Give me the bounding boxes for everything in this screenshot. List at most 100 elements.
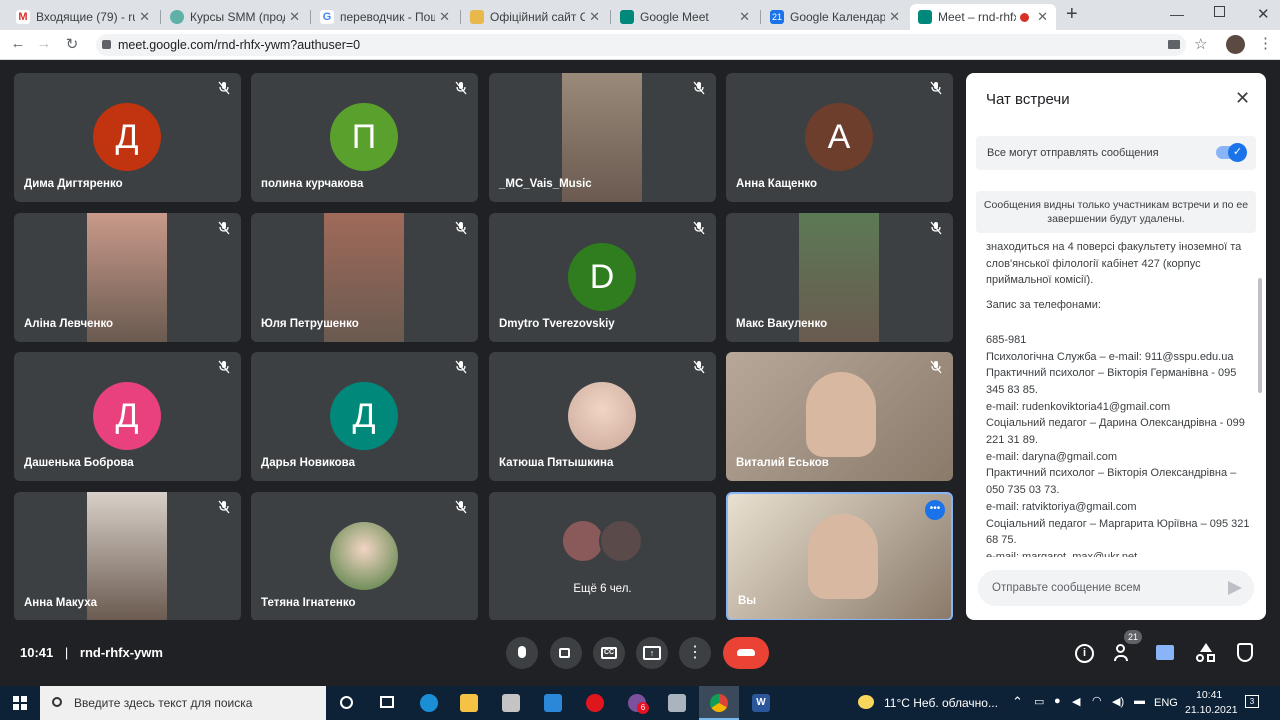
people-button[interactable]: 21 bbox=[1114, 630, 1142, 662]
participant-tile[interactable]: Аліна Левченко bbox=[14, 213, 241, 342]
participant-tile[interactable]: Д Дима Дигтяренко bbox=[14, 73, 241, 202]
participant-name: Анна Макуха bbox=[24, 597, 97, 609]
tray-expand-icon[interactable]: ⌃ bbox=[1012, 694, 1023, 710]
volume-icon[interactable]: ◀) bbox=[1112, 695, 1124, 708]
weather-text[interactable]: 11°C Неб. облачно... bbox=[884, 696, 998, 710]
participant-tile[interactable]: Макс Вакуленко bbox=[726, 213, 953, 342]
clock-date[interactable]: 21.10.2021 bbox=[1185, 704, 1238, 716]
participant-tile[interactable]: _MC_Vais_Music bbox=[489, 73, 716, 202]
more-options-button[interactable]: ⋮ bbox=[679, 637, 711, 669]
participant-tile[interactable]: Ещё 6 чел. bbox=[489, 492, 716, 621]
chat-scrollbar[interactable] bbox=[1258, 278, 1262, 393]
camera-button[interactable] bbox=[550, 637, 582, 669]
clock-time[interactable]: 10:41 bbox=[1196, 689, 1222, 701]
chat-message-input[interactable]: Отправьте сообщение всем bbox=[978, 570, 1254, 606]
mic-off-icon bbox=[217, 500, 231, 514]
mic-off-icon bbox=[692, 360, 706, 374]
microphone-button[interactable] bbox=[506, 637, 538, 669]
url-field[interactable]: meet.google.com/rnd-rhfx-ywm?authuser=0 bbox=[96, 34, 1186, 56]
windows-start-button[interactable] bbox=[13, 696, 27, 710]
participant-tile[interactable]: Катюша Пятышкина bbox=[489, 352, 716, 481]
minimize-button[interactable]: — bbox=[1170, 6, 1184, 22]
chat-button[interactable] bbox=[1156, 645, 1174, 660]
search-placeholder: Введите здесь текст для поиска bbox=[74, 696, 253, 710]
close-icon[interactable]: ✕ bbox=[139, 9, 150, 25]
tab-google-calendar[interactable]: 21 Google Календарь - ✕ bbox=[762, 4, 908, 30]
meeting-code: rnd-rhfx-ywm bbox=[79, 645, 163, 660]
participant-tile[interactable]: D Dmytro Tverezovskiy bbox=[489, 213, 716, 342]
close-chat-button[interactable]: ✕ bbox=[1235, 88, 1250, 109]
mail-icon[interactable] bbox=[544, 694, 562, 712]
wifi-icon[interactable]: ◠ bbox=[1092, 694, 1102, 707]
tab-official-site[interactable]: Офіційний сайт Сум ✕ bbox=[462, 4, 608, 30]
participant-tile[interactable]: Тетяна Ігнатенко bbox=[251, 492, 478, 621]
forward-button[interactable]: → bbox=[34, 35, 54, 52]
tab-meet-active[interactable]: Meet – rnd-rhfx-y ✕ bbox=[910, 4, 1056, 30]
tab-title: Офіційний сайт Сум bbox=[490, 10, 586, 24]
language-indicator[interactable]: ENG bbox=[1154, 697, 1178, 709]
tab-smm[interactable]: Курсы SMM (продви ✕ bbox=[162, 4, 308, 30]
participant-tile[interactable]: Виталий Еськов bbox=[726, 352, 953, 481]
speaker-icon[interactable]: ◀ bbox=[1072, 695, 1080, 708]
more-options-icon[interactable]: ••• bbox=[925, 500, 945, 520]
meeting-details-icon[interactable]: i bbox=[1075, 644, 1094, 663]
tab-gmail[interactable]: M Входящие (79) - rude ✕ bbox=[8, 4, 158, 30]
viber-icon[interactable]: 6 bbox=[628, 694, 649, 714]
close-icon[interactable]: ✕ bbox=[589, 9, 600, 25]
new-tab-button[interactable]: + bbox=[1066, 3, 1078, 26]
network-icon[interactable]: ▭ bbox=[1034, 695, 1044, 708]
microphone-tray-icon[interactable]: ● bbox=[1054, 695, 1061, 707]
participant-name: _MC_Vais_Music bbox=[499, 178, 592, 190]
participant-tile[interactable]: Д Дарья Новикова bbox=[251, 352, 478, 481]
gmail-icon: M bbox=[16, 10, 30, 24]
window-close-button[interactable]: ✕ bbox=[1257, 5, 1270, 23]
task-view-icon[interactable] bbox=[380, 696, 394, 708]
file-explorer-icon[interactable] bbox=[460, 694, 478, 712]
app-icon[interactable] bbox=[668, 694, 686, 712]
chrome-taskbar-button[interactable] bbox=[699, 686, 739, 720]
close-icon[interactable]: ✕ bbox=[289, 9, 300, 25]
tab-google-meet[interactable]: Google Meet ✕ bbox=[612, 4, 758, 30]
cortana-icon[interactable] bbox=[340, 696, 353, 709]
mic-off-icon bbox=[929, 221, 943, 235]
edge-icon[interactable] bbox=[420, 694, 438, 712]
reload-button[interactable]: ↻ bbox=[62, 35, 82, 53]
mic-off-icon bbox=[454, 500, 468, 514]
bookmark-star-icon[interactable]: ☆ bbox=[1194, 35, 1207, 53]
end-call-button[interactable] bbox=[723, 637, 769, 669]
tab-translator[interactable]: G переводчик - Пошук ✕ bbox=[312, 4, 458, 30]
store-icon[interactable] bbox=[502, 694, 520, 712]
host-controls-button[interactable] bbox=[1237, 643, 1253, 662]
participant-tile[interactable]: Пполина курчакова bbox=[251, 73, 478, 202]
opera-icon[interactable] bbox=[586, 694, 604, 712]
battery-icon[interactable]: ▬ bbox=[1134, 695, 1145, 707]
participant-tile[interactable]: Юля Петрушенко bbox=[251, 213, 478, 342]
participant-tile[interactable]: Анна Макуха bbox=[14, 492, 241, 621]
participant-name: Аліна Левченко bbox=[24, 318, 114, 330]
profile-avatar[interactable] bbox=[1226, 35, 1245, 54]
meet-icon bbox=[620, 10, 634, 24]
camera-in-use-icon[interactable] bbox=[1168, 40, 1180, 49]
close-icon[interactable]: ✕ bbox=[1037, 9, 1048, 25]
send-icon[interactable] bbox=[1228, 581, 1242, 595]
activities-button[interactable] bbox=[1196, 643, 1216, 663]
taskbar-search-box[interactable]: Введите здесь текст для поиска bbox=[40, 686, 326, 720]
viber-badge: 6 bbox=[637, 702, 649, 714]
close-icon[interactable]: ✕ bbox=[889, 9, 900, 25]
participant-tile[interactable]: А Анна Кащенко bbox=[726, 73, 953, 202]
participant-tile[interactable]: Д Дашенька Боброва bbox=[14, 352, 241, 481]
close-icon[interactable]: ✕ bbox=[739, 9, 750, 25]
restore-button[interactable] bbox=[1214, 6, 1225, 17]
close-icon[interactable]: ✕ bbox=[439, 9, 450, 25]
word-icon[interactable]: W bbox=[752, 694, 770, 712]
captions-button[interactable]: CC bbox=[593, 637, 625, 669]
chat-panel: Чат встречи ✕ Все могут отправлять сообщ… bbox=[966, 73, 1266, 620]
back-button[interactable]: ← bbox=[8, 35, 28, 52]
notification-center-icon[interactable]: 3 bbox=[1245, 695, 1259, 708]
participant-avatar: П bbox=[330, 103, 398, 171]
browser-menu-icon[interactable]: ⋮ bbox=[1258, 34, 1273, 52]
participant-name: Dmytro Tverezovskiy bbox=[499, 318, 615, 330]
present-screen-button[interactable]: ↑ bbox=[636, 637, 668, 669]
chat-message-line: Психологічна Служба – e-mail: 911@sspu.e… bbox=[986, 350, 1234, 363]
participant-tile[interactable]: Вы ••• bbox=[726, 492, 953, 621]
